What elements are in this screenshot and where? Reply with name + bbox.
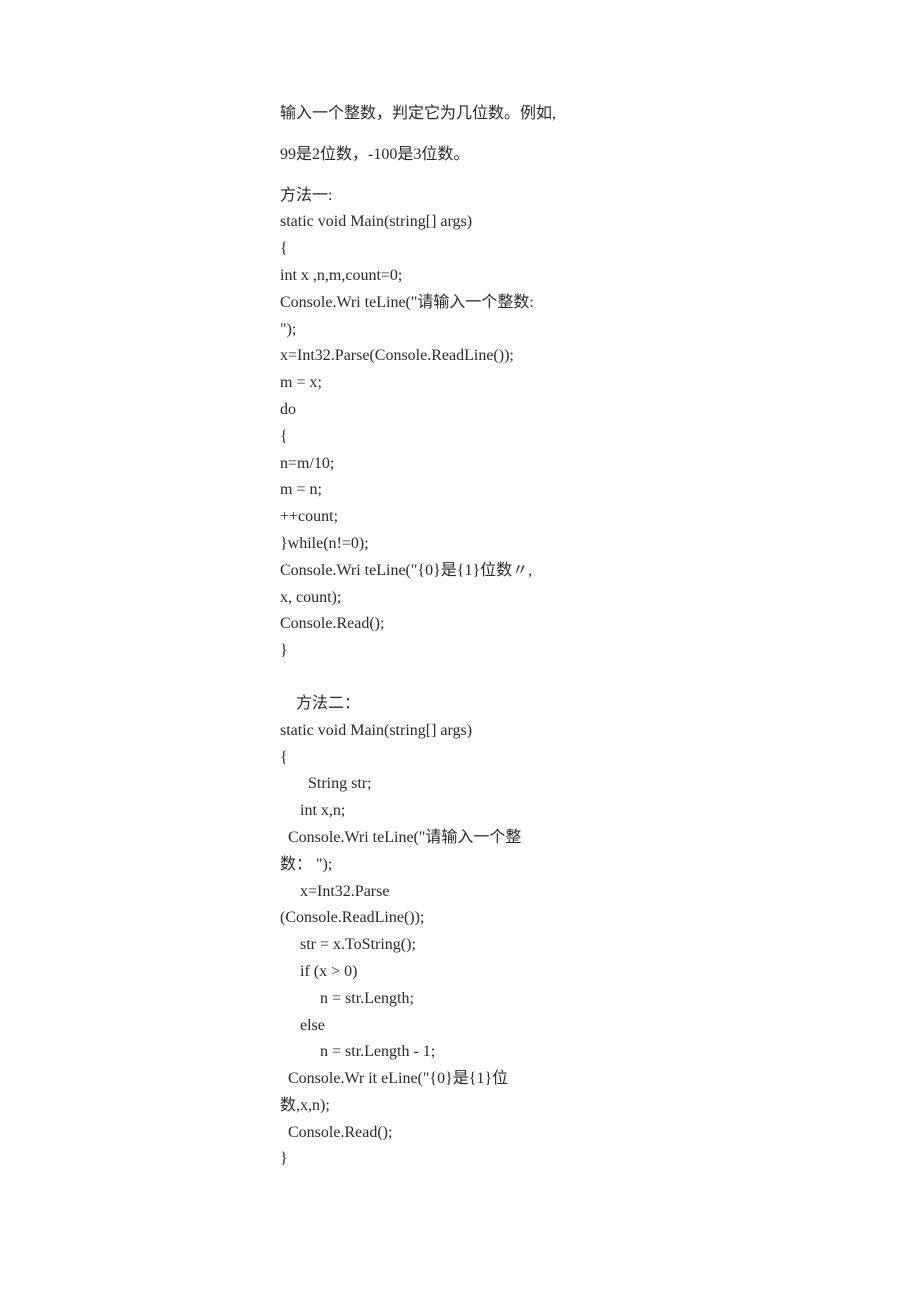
code-line: 数： "); [280, 853, 920, 878]
code-line: n = str.Length; [280, 987, 920, 1012]
code-line: Console.Wr it eLine("{0}是{1}位 [280, 1067, 920, 1092]
method1-code-block: static void Main(string[] args) { int x … [280, 210, 920, 664]
code-line: static void Main(string[] args) [280, 210, 920, 235]
code-line: "); [280, 318, 920, 343]
code-line: Console.Read(); [280, 1121, 920, 1146]
code-line: Console.Wri teLine("请输入一个整数: [280, 291, 920, 316]
code-line: x, count); [280, 586, 920, 611]
code-line: ++count; [280, 505, 920, 530]
code-line: str = x.ToString(); [280, 933, 920, 958]
code-line: String str; [280, 772, 920, 797]
code-line: { [280, 746, 920, 771]
code-line: static void Main(string[] args) [280, 719, 920, 744]
method2-code-block: static void Main(string[] args) { String… [280, 719, 920, 1173]
code-line: { [280, 237, 920, 262]
method1-heading: 方法一: [280, 184, 920, 209]
problem-text-line1: 输入一个整数，判定它为几位数。例如, [280, 102, 920, 127]
problem-text-line2: 99是2位数，-100是3位数。 [280, 143, 920, 168]
code-line: int x,n; [280, 799, 920, 824]
code-line: n=m/10; [280, 452, 920, 477]
code-line: int x ,n,m,count=0; [280, 264, 920, 289]
code-line: { [280, 425, 920, 450]
document-page: 输入一个整数，判定它为几位数。例如, 99是2位数，-100是3位数。 方法一:… [0, 0, 920, 1302]
code-line: m = n; [280, 478, 920, 503]
code-line: m = x; [280, 371, 920, 396]
code-line: } [280, 639, 920, 664]
code-line: Console.Read(); [280, 612, 920, 637]
code-line: x=Int32.Parse [280, 880, 920, 905]
code-line: else [280, 1014, 920, 1039]
code-line: 数,x,n); [280, 1094, 920, 1119]
code-line: }while(n!=0); [280, 532, 920, 557]
method2-heading: 方法二： [280, 692, 920, 717]
code-line: (Console.ReadLine()); [280, 906, 920, 931]
code-line: n = str.Length - 1; [280, 1040, 920, 1065]
code-line: } [280, 1147, 920, 1172]
code-line: Console.Wri teLine("请输入一个整 [280, 826, 920, 851]
code-line: Console.Wri teLine("{0}是{1}位数〃, [280, 559, 920, 584]
code-line: x=Int32.Parse(Console.ReadLine()); [280, 344, 920, 369]
code-line: do [280, 398, 920, 423]
code-line: if (x > 0) [280, 960, 920, 985]
